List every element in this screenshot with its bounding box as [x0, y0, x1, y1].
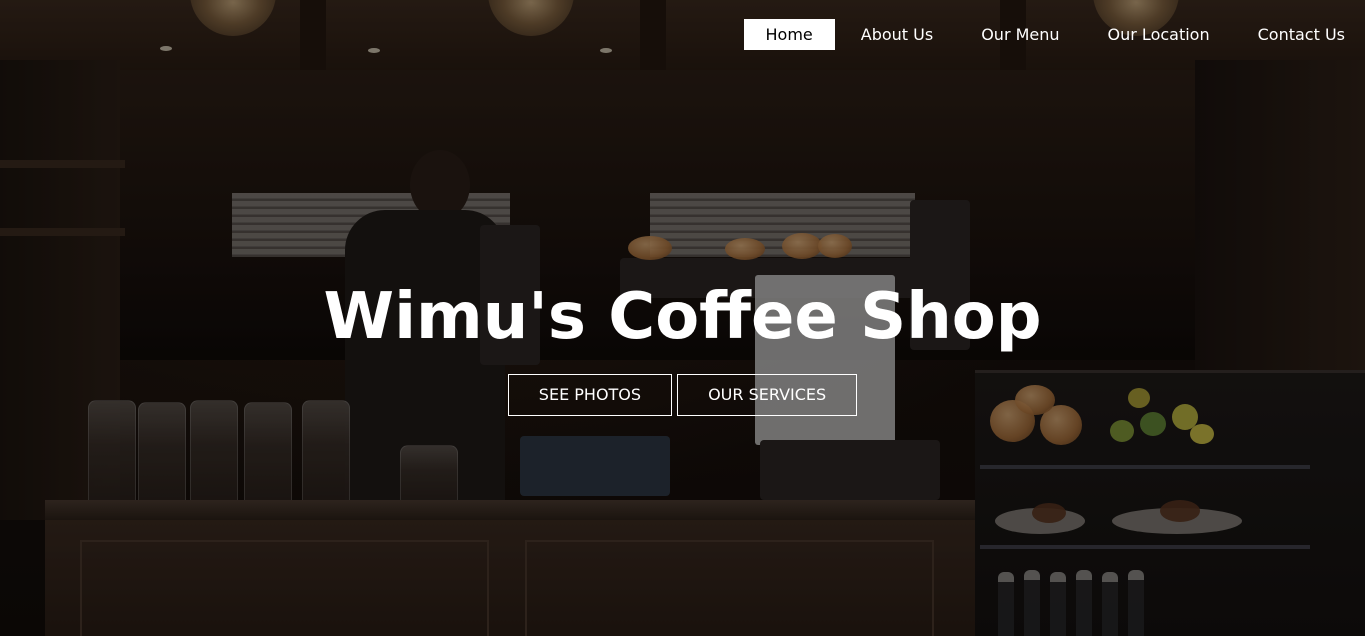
page-title: Wimu's Coffee Shop — [323, 280, 1042, 354]
nav-our-location-link[interactable]: Our Location — [1086, 19, 1232, 50]
hero-button-row: SEE PHOTOS OUR SERVICES — [0, 374, 1365, 416]
nav-home-link[interactable]: Home — [743, 18, 835, 50]
nav-our-menu-link[interactable]: Our Menu — [959, 19, 1081, 50]
our-services-button[interactable]: OUR SERVICES — [677, 374, 858, 416]
nav-about-us-link[interactable]: About Us — [839, 19, 955, 50]
main-nav: Home About Us Our Menu Our Location Cont… — [740, 18, 1365, 50]
hero-section: Home About Us Our Menu Our Location Cont… — [0, 0, 1365, 636]
see-photos-button[interactable]: SEE PHOTOS — [507, 374, 673, 416]
nav-contact-us-link[interactable]: Contact Us — [1236, 19, 1365, 50]
